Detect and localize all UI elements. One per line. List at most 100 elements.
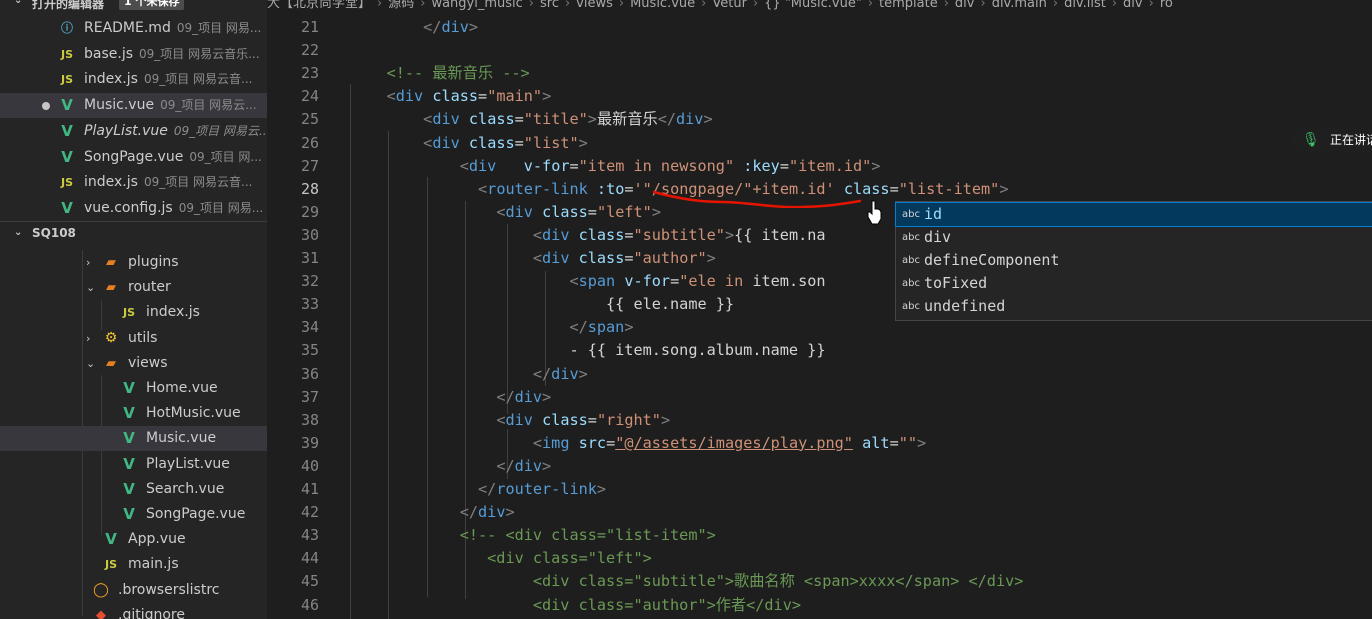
file-tree-label: main.js [128,556,179,573]
utils-folder-icon: ⚙ [104,329,118,346]
code-line[interactable]: <!-- <div class="list-item"> [350,524,716,547]
breadcrumb-item[interactable]: div.list [1064,0,1106,11]
breadcrumb-item[interactable]: template [879,0,938,11]
code-line[interactable]: </span> [350,316,633,339]
suggestion-label: undefined [924,297,1006,315]
breadcrumb-item[interactable]: ro [1160,0,1173,11]
breadcrumb-item[interactable]: wangyi_music [431,0,522,11]
open-editor-item[interactable]: V PlayList.vue 09_项目 网易云... [0,119,267,144]
code-line[interactable]: <div class="subtitle">{{ item.na [350,224,826,247]
code-line[interactable]: <div class="title">最新音乐</div> [350,108,712,131]
file-tree-item[interactable]: V Home.vue [0,376,267,401]
file-path-desc: 09_项目 网易... [176,21,262,35]
code-line[interactable]: <!-- 最新音乐 --> [350,62,530,85]
open-editor-item[interactable]: JS index.js 09_项目 网易云音... [0,67,267,92]
code-line[interactable]: </div> [350,363,588,386]
file-tree-item[interactable]: V Search.vue [0,477,267,502]
breadcrumb-item[interactable]: div [1123,0,1143,11]
code-line[interactable]: <div class="right"> [350,409,670,432]
line-number: 33 [300,295,319,314]
code-line[interactable]: <span v-for="ele in item.son [350,270,825,293]
file-path-desc: 09_项目 网易云... [160,98,257,113]
code-token: = [514,110,524,129]
breadcrumb-item[interactable]: div.main [992,0,1047,11]
file-tree-item[interactable]: V SongPage.vue [0,502,267,527]
breadcrumb-separator-icon: › [528,0,534,11]
line-number: 38 [300,410,319,429]
line-number: 44 [300,549,319,568]
file-tree-item[interactable]: V HotMusic.vue [0,401,267,426]
breadcrumb-item[interactable]: div [955,0,975,11]
breadcrumb-item[interactable]: Vetur [712,0,747,11]
open-editor-item[interactable]: JS index.js 09_项目 网易云音... [0,170,267,195]
code-token: "item in newsong" [578,156,735,175]
open-editor-item[interactable]: Vvue.config.js 09_项目 网易... [0,196,267,221]
file-tree-item[interactable]: JS main.js [0,552,267,577]
code-line[interactable]: </router-link> [350,478,606,501]
file-tree-label: Music.vue [146,430,217,447]
breadcrumb-item[interactable]: views [576,0,613,11]
breadcrumb-separator-icon: › [1148,0,1154,11]
suggestion-item[interactable]: abc defineComponent [896,249,1372,272]
code-token: > [724,225,735,244]
code-line[interactable]: <div class="left"> [350,201,661,224]
file-tree-item[interactable]: › ⚙ utils [0,326,267,351]
code-token: <div class="author">作者</div> [532,595,801,614]
line-number: 46 [300,595,319,614]
file-tree-item[interactable]: ⌄ ▰ router [0,275,267,300]
code-line[interactable]: {{ ele.name }} [350,293,734,316]
red-annotation-underline [652,190,862,208]
breadcrumb-item[interactable]: {} "Music.vue" [764,0,862,11]
breadcrumb-item[interactable]: src [540,0,559,11]
line-number: 34 [300,318,319,337]
suggestion-item[interactable]: abc undefined [896,295,1372,318]
breadcrumb-item[interactable]: 大【北京尚学堂】 [267,0,371,11]
file-tree-item[interactable]: ◆ .gitignore [0,603,267,619]
suggestion-item[interactable]: abc toFixed [896,272,1372,295]
file-tree-item[interactable]: V App.vue [0,527,267,552]
open-editor-item[interactable]: JS base.js 09_项目 网易云音乐... [0,42,267,67]
code-token: = [478,87,488,106]
open-editor-item[interactable]: V SongPage.vue 09_项目 网... [0,145,267,170]
open-editor-item[interactable]: ⓘ README.md 09_项目 网易... [0,16,267,41]
project-section-header[interactable]: ⌄ SQ108 [0,221,267,244]
breadcrumb-item[interactable]: 源码 [388,0,414,11]
suggestion-item[interactable]: abc id [895,202,1372,227]
code-line[interactable]: </div> [350,386,551,409]
suggestion-item[interactable]: abc div [896,226,1372,249]
file-tree-item[interactable]: › ▰ plugins [0,250,267,275]
code-line[interactable]: <div class="left"> [350,547,652,570]
code-line[interactable]: </div> [350,501,515,524]
code-token: class [542,202,588,221]
code-line[interactable]: <div class="list"> [350,132,588,155]
code-token: > [871,156,881,175]
file-tree-item[interactable]: JS index.js [0,300,267,325]
code-line[interactable]: - {{ item.song.album.name }} [350,339,825,362]
file-tree-item[interactable]: ◯ .browserslistrc [0,578,267,603]
file-tree-item[interactable]: V PlayList.vue [0,452,267,477]
code-line[interactable]: </div> [350,455,551,478]
file-tree-item[interactable]: V Music.vue [0,426,267,452]
breadcrumb-separator-icon: › [752,0,759,11]
code-line[interactable]: <div class="author">作者</div> [350,594,801,617]
breadcrumb-item[interactable]: Music.vue [630,0,695,11]
open-editor-item[interactable]: V Music.vue 09_项目 网易云... [0,93,267,119]
code-line[interactable]: <div class="subtitle">歌曲名称 <span>xxxx</s… [350,570,1024,593]
code-line[interactable]: <div class="main"> [350,85,552,108]
code-line[interactable]: <div v-for="item in newsong" :key="item.… [350,155,881,178]
line-number: 39 [300,433,319,452]
open-editor-label: index.js 09_项目 网易云音... [84,170,252,195]
code-line[interactable]: </div> [350,16,478,39]
code-token: div [468,156,497,175]
autocomplete-widget[interactable]: abc id abc div abc defineComponent abc toFixed a… [895,201,1372,321]
code-token: class [468,133,515,152]
code-token: "author" [633,249,707,267]
code-line[interactable]: <img src="@/assets/images/play.png" alt=… [350,432,926,455]
code-line[interactable]: <div class="author"> [350,247,716,270]
open-editors-header[interactable]: ⌄ 打开的编辑器 1 个未保存 [0,0,267,12]
file-tree-item[interactable]: ⌄ ▰ views [0,351,267,376]
code-token: div [432,133,460,152]
